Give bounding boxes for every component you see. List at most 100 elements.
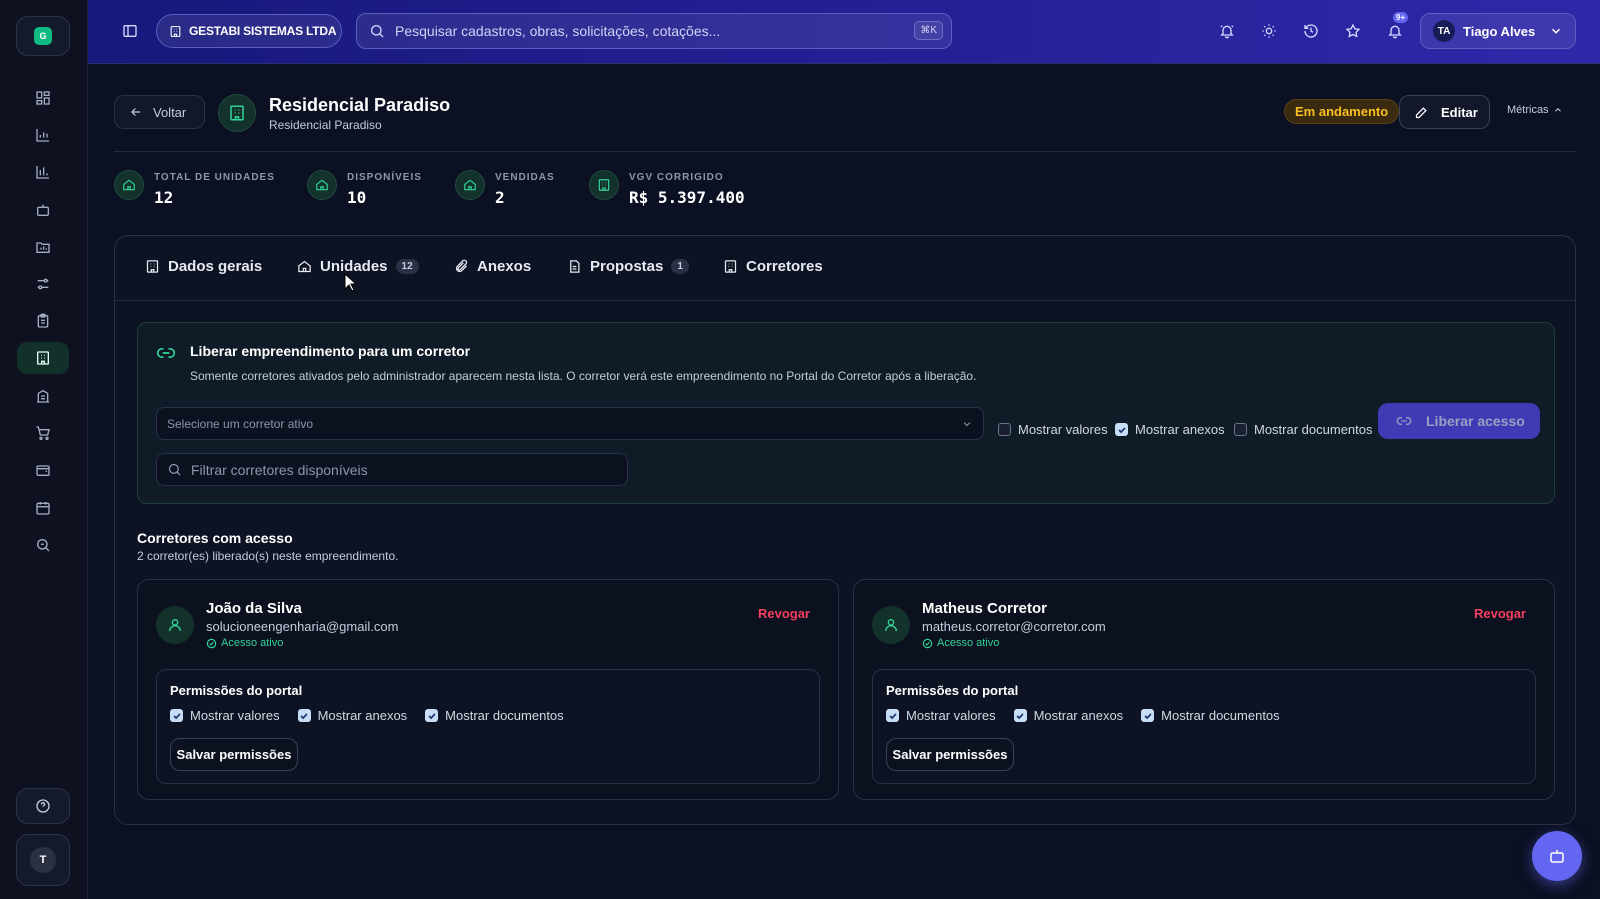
perm-show-values[interactable]: Mostrar valores [170, 708, 280, 723]
building-icon [146, 260, 159, 273]
broker-status-label: Acesso ativo [221, 637, 284, 649]
stat-value: R$ 5.397.400 [629, 188, 745, 207]
theme-toggle-button[interactable] [1257, 19, 1281, 43]
sidebar-item-assistant[interactable] [17, 194, 69, 226]
perm-label: Mostrar valores [190, 708, 280, 723]
perm-show-values[interactable]: Mostrar valores [886, 708, 996, 723]
broker-email: matheus.corretor@corretor.com [922, 619, 1106, 634]
revoke-button[interactable]: Revogar [758, 606, 810, 621]
broker-filter-input[interactable]: Filtrar corretores disponíveis [156, 453, 628, 486]
checkbox[interactable] [1234, 423, 1247, 436]
stat-value: 10 [347, 188, 367, 207]
building-icon [589, 170, 619, 200]
edit-button[interactable]: Editar [1399, 95, 1490, 129]
broker-status: Acesso ativo [206, 637, 283, 649]
sidebar-item-finance[interactable] [17, 454, 69, 486]
metrics-label: Métricas [1507, 104, 1549, 116]
stat-label: DISPONÍVEIS [347, 172, 422, 183]
checkbox[interactable] [998, 423, 1011, 436]
cursor-icon [344, 273, 358, 292]
toggle-sidebar-button[interactable] [118, 19, 142, 43]
tab-dados-gerais[interactable]: Dados gerais [145, 258, 262, 275]
tab-propostas[interactable]: Propostas 1 [567, 258, 689, 275]
sidebar-item-analytics[interactable] [17, 156, 69, 188]
sidebar-toggle-icon [123, 25, 137, 37]
sidebar-item-settings[interactable] [17, 268, 69, 300]
assistant-fab-button[interactable] [1532, 831, 1582, 881]
notifications-button[interactable]: 9+ [1383, 12, 1409, 43]
metrics-toggle[interactable]: Métricas [1507, 104, 1563, 116]
sidebar-item-developments[interactable] [17, 342, 69, 374]
sidebar-item-reports[interactable] [17, 119, 69, 151]
broker-status: Acesso ativo [922, 637, 999, 649]
permissions-title: Permissões do portal [886, 683, 1019, 698]
history-button[interactable] [1299, 19, 1323, 43]
calendar-icon [36, 502, 50, 515]
building-icon [37, 351, 49, 365]
checkbox[interactable] [1141, 709, 1155, 722]
release-access-button[interactable]: Liberar acesso [1378, 403, 1540, 439]
broker-select[interactable]: Selecione um corretor ativo [156, 407, 984, 440]
stat-label: TOTAL DE UNIDADES [154, 172, 275, 183]
user-menu[interactable]: TA Tiago Alves [1420, 13, 1576, 49]
paperclip-icon [455, 259, 468, 273]
sidebar-item-buildings[interactable] [17, 380, 69, 412]
user-menu-button[interactable]: T [16, 834, 70, 886]
search-placeholder: Pesquisar cadastros, obras, solicitações… [395, 23, 721, 39]
tab-anexos[interactable]: Anexos [454, 258, 531, 275]
home-icon [298, 260, 311, 273]
checkbox[interactable] [886, 709, 899, 722]
page-title: Residencial Paradiso [269, 95, 451, 115]
dashboard-icon [36, 91, 50, 105]
broker-name: Matheus Corretor [922, 600, 1048, 617]
option-show-documents[interactable]: Mostrar documentos [1234, 422, 1373, 437]
sidebar-item-dashboard[interactable] [17, 82, 69, 114]
check-icon [1117, 426, 1126, 433]
sidebar-item-calendar[interactable] [17, 492, 69, 524]
sidebar-item-search[interactable] [17, 529, 69, 561]
save-permissions-button[interactable]: Salvar permissões [170, 738, 298, 771]
stat-total-units: TOTAL DE UNIDADES 12 [114, 170, 275, 207]
check-icon [1144, 712, 1152, 719]
check-icon [300, 712, 308, 719]
global-search-input[interactable]: Pesquisar cadastros, obras, solicitações… [356, 13, 952, 49]
stat-sold: VENDIDAS 2 [455, 170, 555, 207]
broker-card: João da Silva solucioneengenharia@gmail.… [137, 579, 839, 800]
broker-select-placeholder: Selecione um corretor ativo [167, 416, 314, 431]
perm-show-documents[interactable]: Mostrar documentos [1141, 708, 1280, 723]
back-button[interactable]: Voltar [114, 95, 205, 129]
company-selector[interactable]: GESTABI SISTEMAS LTDA [156, 14, 342, 48]
arrow-left-icon [131, 108, 141, 116]
save-permissions-button[interactable]: Salvar permissões [886, 738, 1014, 771]
perm-label: Mostrar anexos [317, 708, 408, 723]
checkbox[interactable] [297, 709, 311, 722]
document-icon [570, 260, 580, 273]
option-show-values[interactable]: Mostrar valores [998, 422, 1108, 437]
perm-show-documents[interactable]: Mostrar documentos [425, 708, 564, 723]
sidebar-item-requests[interactable] [17, 305, 69, 337]
checkbox[interactable] [1013, 709, 1027, 722]
perm-show-attachments[interactable]: Mostrar anexos [297, 708, 408, 723]
favorites-button[interactable] [1341, 19, 1365, 43]
checkbox[interactable] [1115, 423, 1128, 436]
sidebar-item-purchases[interactable] [17, 417, 69, 449]
status-badge: Em andamento [1284, 99, 1400, 124]
page-subtitle: Residencial Paradiso [269, 118, 382, 132]
alerts-button[interactable] [1215, 19, 1239, 43]
folder-chart-icon [36, 242, 50, 253]
building-icon [170, 25, 181, 37]
revoke-button[interactable]: Revogar [1474, 606, 1526, 621]
app-logo[interactable]: G [16, 16, 70, 56]
user-initials: TA [1433, 20, 1455, 42]
perm-show-attachments[interactable]: Mostrar anexos [1013, 708, 1123, 723]
cart-icon [36, 426, 50, 440]
checkbox[interactable] [425, 709, 439, 722]
check-circle-icon [922, 638, 933, 648]
tab-corretores[interactable]: Corretores [723, 258, 823, 275]
sidebar-item-projects[interactable] [17, 231, 69, 263]
help-button[interactable] [16, 788, 70, 824]
perm-label: Mostrar documentos [445, 708, 564, 723]
checkbox[interactable] [170, 709, 183, 722]
option-show-attachments[interactable]: Mostrar anexos [1115, 422, 1225, 437]
company-name: GESTABI SISTEMAS LTDA [189, 24, 337, 38]
